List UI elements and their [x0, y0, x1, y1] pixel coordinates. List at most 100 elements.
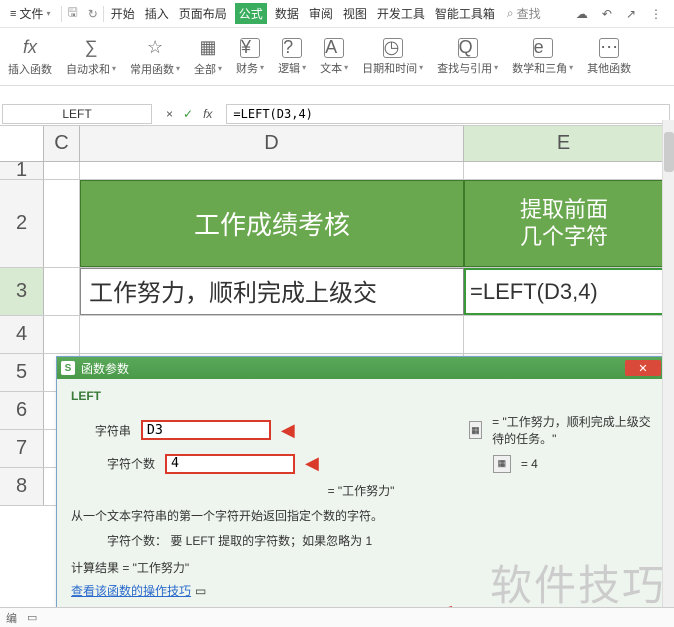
top-menu-bar: ≡ 文件 ▾ 🖫 ↻ 开始 插入 页面布局 公式 数据 审阅 视图 开发工具 智… [0, 0, 674, 28]
tab-formula[interactable]: 公式 [235, 3, 267, 24]
text-icon: A [324, 38, 344, 58]
row-header-4[interactable]: 4 [0, 316, 44, 353]
share-icon[interactable]: ↗ [626, 7, 636, 21]
more-func-icon: ⋯ [599, 38, 619, 58]
layout-icon[interactable]: ▭ [27, 611, 37, 624]
tab-data[interactable]: 数据 [273, 3, 301, 24]
col-header-c[interactable]: C [44, 126, 80, 161]
star-icon: ☆ [147, 37, 163, 59]
row-header-2[interactable]: 2 [0, 180, 44, 267]
cell-e3[interactable]: =LEFT(D3,4) [464, 268, 664, 315]
video-icon[interactable]: ▭ [195, 584, 206, 598]
ribbon-tabs: 开始 插入 页面布局 公式 数据 审阅 视图 开发工具 智能工具箱 [109, 3, 497, 24]
cell-e2[interactable]: 提取前面 几个字符 [464, 180, 664, 267]
rib-all[interactable]: ▦全部▾ [188, 37, 228, 77]
rib-datetime[interactable]: ◷日期和时间▾ [356, 38, 429, 76]
file-menu[interactable]: ≡ 文件 ▾ [4, 3, 56, 24]
sum-icon: ∑ [85, 37, 98, 59]
row-4: 4 [0, 316, 674, 354]
formula-input[interactable] [226, 104, 670, 124]
rib-logic[interactable]: ?逻辑▾ [272, 38, 312, 76]
tab-smart[interactable]: 智能工具箱 [433, 3, 497, 24]
row-header-6[interactable]: 6 [0, 392, 44, 429]
undo-icon[interactable]: ↶ [602, 7, 612, 21]
file-menu-label: 文件 [19, 5, 43, 22]
function-args-dialog: S 函数参数 ✕ LEFT 字符串 ◀ ▦ = "工作努力，顺利完成上级交待的任… [56, 356, 666, 618]
fx-icon: fx [23, 37, 37, 59]
cell-e1[interactable] [464, 162, 664, 179]
rib-insert-func[interactable]: fx插入函数 [2, 37, 58, 77]
param1-input[interactable] [141, 420, 271, 440]
save-icon[interactable]: 🖫 [67, 3, 77, 24]
row-1: 1 [0, 162, 674, 180]
tab-insert[interactable]: 插入 [143, 3, 171, 24]
rib-common[interactable]: ☆常用函数▾ [124, 37, 186, 77]
cell-d3[interactable]: 工作努力，顺利完成上级交 [80, 268, 464, 315]
search-box[interactable]: ⌕ 查找 [507, 5, 541, 22]
fx-controls: × ✓ fx [152, 107, 226, 121]
cell-c2[interactable] [44, 180, 80, 267]
row-header-8[interactable]: 8 [0, 468, 44, 505]
preview-result: = "工作努力" [71, 482, 651, 499]
rib-other[interactable]: ⋯其他函数 [581, 38, 637, 76]
scroll-thumb[interactable] [664, 132, 674, 172]
clock-icon: ◷ [383, 38, 403, 58]
rib-math[interactable]: e数学和三角▾ [506, 38, 579, 76]
tab-start[interactable]: 开始 [109, 3, 137, 24]
function-name: LEFT [71, 389, 651, 403]
fx-icon[interactable]: fx [203, 107, 212, 121]
param2-label: 字符个数 [71, 455, 161, 472]
formula-bar: LEFT × ✓ fx [0, 102, 674, 126]
col-header-d[interactable]: D [80, 126, 464, 161]
ref-button-2[interactable]: ▦ [493, 455, 511, 473]
tab-view[interactable]: 视图 [341, 3, 369, 24]
tab-review[interactable]: 审阅 [307, 3, 335, 24]
param2-result: = 4 [521, 457, 538, 471]
row-header-1[interactable]: 1 [0, 162, 44, 179]
col-header-e[interactable]: E [464, 126, 664, 161]
close-button[interactable]: ✕ [625, 360, 661, 376]
name-box[interactable]: LEFT [2, 104, 152, 124]
cloud-icon[interactable]: ☁ [576, 7, 588, 21]
rib-text[interactable]: A文本▾ [314, 38, 354, 76]
param-desc: 字符个数： 要 LEFT 提取的字符数；如果忽略为 1 [107, 532, 651, 549]
ribbon: fx插入函数 ∑自动求和▾ ☆常用函数▾ ▦全部▾ ¥财务▾ ?逻辑▾ A文本▾… [0, 28, 674, 86]
row-header-5[interactable]: 5 [0, 354, 44, 391]
tab-dev[interactable]: 开发工具 [375, 3, 427, 24]
grid-icon: ▦ [200, 37, 217, 59]
param2-input[interactable] [165, 454, 295, 474]
redo-icon[interactable]: ↻ [88, 7, 98, 21]
confirm-formula-icon[interactable]: ✓ [183, 107, 193, 121]
rib-autosum[interactable]: ∑自动求和▾ [60, 37, 122, 77]
more-icon[interactable]: ⋮ [650, 7, 662, 21]
vertical-scrollbar[interactable] [662, 120, 674, 607]
cell-c3[interactable] [44, 268, 80, 315]
row-header-3[interactable]: 3 [0, 268, 44, 315]
function-desc: 从一个文本字符串的第一个字符开始返回指定个数的字符。 [71, 507, 651, 524]
tab-layout[interactable]: 页面布局 [177, 3, 229, 24]
dialog-titlebar[interactable]: S 函数参数 ✕ [57, 357, 665, 379]
caret-icon: ▾ [46, 9, 50, 18]
cell-d1[interactable] [80, 162, 464, 179]
dialog-title: 函数参数 [81, 360, 129, 377]
rib-finance[interactable]: ¥财务▾ [230, 38, 270, 76]
param1-result: = "工作努力，顺利完成上级交待的任务。" [492, 413, 651, 447]
arrow-icon: ◀ [281, 420, 295, 441]
param1-label: 字符串 [71, 422, 137, 439]
app-icon: S [61, 361, 75, 375]
param-row-2: 字符个数 ◀ ▦ = 4 [71, 453, 651, 474]
divider [61, 6, 62, 22]
cancel-formula-icon[interactable]: × [166, 107, 173, 121]
ref-button-1[interactable]: ▦ [469, 421, 482, 439]
select-all-corner[interactable] [0, 126, 44, 161]
rib-lookup[interactable]: Q查找与引用▾ [431, 38, 504, 76]
lookup-icon: Q [458, 38, 478, 58]
cell-c1[interactable] [44, 162, 80, 179]
row-header-7[interactable]: 7 [0, 430, 44, 467]
help-link[interactable]: 查看该函数的操作技巧 [71, 582, 191, 599]
cell-d2[interactable]: 工作成绩考核 [80, 180, 464, 267]
row-3: 3 工作努力，顺利完成上级交 =LEFT(D3,4) [0, 268, 674, 316]
status-bar: 编 ▭ [0, 607, 674, 627]
help-link-row: 查看该函数的操作技巧 ▭ [71, 582, 651, 599]
menu-icon: ≡ [10, 8, 16, 20]
